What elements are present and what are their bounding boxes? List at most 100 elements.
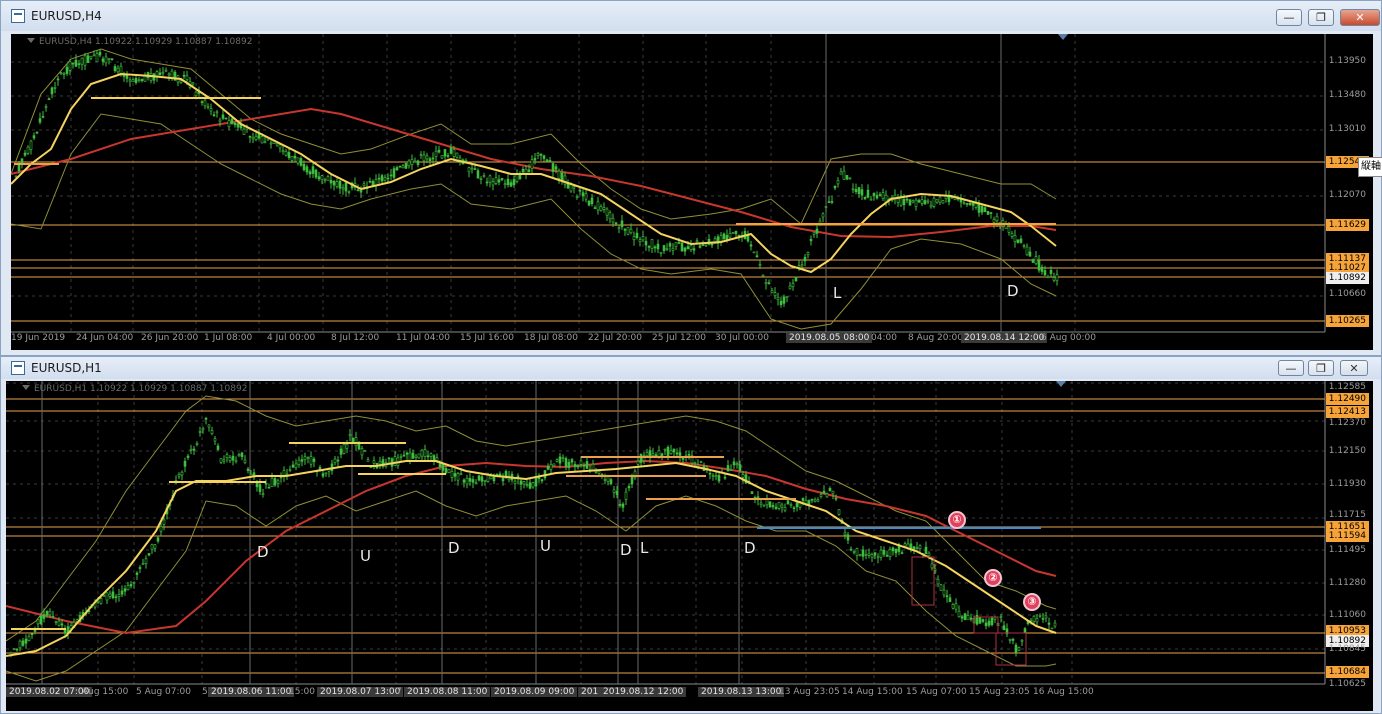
dropdown-triangle-icon[interactable] [27, 38, 35, 43]
title-bar[interactable]: EURUSD,H4 — ❐ ✕ [1, 1, 1381, 31]
candle-body [300, 459, 304, 462]
candle-body [911, 200, 915, 203]
restore-button[interactable]: ❐ [1308, 360, 1334, 376]
price-axis-label: 1.10845 [1328, 644, 1366, 654]
candle-body [303, 456, 307, 460]
candle-body [213, 438, 217, 442]
chart-canvas[interactable] [6, 381, 1373, 711]
candle-body [596, 201, 600, 211]
candle-body [332, 181, 336, 186]
crosshair-time-label: 2019.08.02 07:00 [6, 687, 93, 697]
candle-body [638, 239, 642, 242]
candle-body [639, 453, 643, 463]
candle-body [548, 160, 552, 162]
candle-body [830, 201, 834, 203]
candle-body [876, 556, 880, 559]
price-chart-h1[interactable]: EURUSD,H1 1.10922 1.10929 1.10887 1.1089… [6, 381, 1373, 711]
candle-body [413, 160, 417, 163]
chart-mark-label: L [640, 539, 649, 557]
candle-body [111, 591, 115, 599]
candle-body [443, 149, 447, 157]
candle-body [873, 552, 877, 556]
candle-body [924, 546, 928, 554]
candle-body [306, 457, 310, 459]
candle-body [591, 464, 595, 471]
candle-body [903, 543, 907, 547]
candle-body [1050, 627, 1054, 630]
minimize-button[interactable]: — [1276, 9, 1302, 26]
candle-body [1049, 269, 1053, 274]
candle-body [18, 640, 22, 649]
candle-body [636, 461, 640, 465]
candle-body [248, 135, 252, 138]
close-button[interactable]: ✕ [1340, 9, 1380, 26]
candle-body [564, 458, 568, 468]
candle-body [752, 251, 756, 254]
candle-body [800, 264, 804, 267]
candle-body [602, 207, 606, 210]
chart-mark-label: D [1007, 282, 1019, 300]
restore-button[interactable]: ❐ [1308, 9, 1334, 26]
candle-body [177, 474, 181, 477]
candle-body [941, 200, 945, 204]
candle-body [783, 507, 787, 511]
price-axis-label: 1.13010 [1328, 124, 1366, 134]
candle-body [846, 534, 850, 541]
candle-body [30, 633, 34, 636]
candle-body [630, 476, 634, 485]
candle-body [770, 290, 774, 294]
chart-window-h1[interactable]: EURUSD,H1 — ❐ ✕ EURUSD,H1 1.10922 1.1092… [0, 356, 1382, 714]
candle-body [915, 547, 919, 549]
title-bar[interactable]: EURUSD,H1 — ❐ ✕ [1, 357, 1381, 379]
close-button[interactable]: ✕ [1340, 360, 1368, 376]
candle-body [216, 445, 220, 450]
candle-body [855, 548, 859, 556]
candle-body [219, 458, 223, 463]
candle-body [803, 256, 807, 262]
candle-body [669, 450, 673, 455]
candle-body [194, 91, 198, 97]
candle-body [551, 163, 555, 172]
candle-body [572, 186, 576, 189]
price-level-tag: 1.11594 [1325, 530, 1369, 542]
candle-body [834, 497, 838, 500]
candle-body [626, 227, 630, 235]
candle-body [927, 552, 931, 557]
candle-body [590, 197, 594, 205]
candle-body [462, 479, 466, 483]
candle-body [530, 159, 534, 169]
candle-body [597, 470, 601, 474]
candle-body [230, 118, 234, 125]
candle-body [780, 504, 784, 508]
dropdown-triangle-icon[interactable] [22, 385, 30, 390]
candle-body [614, 222, 618, 225]
candle-body [981, 619, 985, 622]
time-axis-label: 25 Jul 12:00 [652, 333, 706, 343]
candle-body [429, 453, 433, 457]
candle-body [455, 152, 459, 158]
candle-body [857, 187, 861, 194]
candle-body [827, 201, 831, 203]
candle-body [734, 231, 738, 235]
chart-mark-label: D [257, 543, 269, 561]
chart-mark-label: L [833, 284, 842, 302]
candle-body [162, 519, 166, 525]
candle-body [807, 500, 811, 505]
candle-body [653, 246, 657, 249]
candle-body [215, 111, 219, 114]
candle-body [504, 471, 508, 477]
candle-body [578, 190, 582, 192]
candle-body [113, 66, 117, 72]
candle-body [251, 137, 255, 140]
chart-window-h4[interactable]: EURUSD,H4 — ❐ ✕ EURUSD,H4 1.10922 1.1092… [0, 0, 1382, 356]
minimize-button[interactable]: — [1278, 360, 1304, 376]
price-chart-h4[interactable]: EURUSD,H4 1.10922 1.10929 1.10887 1.1089… [11, 34, 1373, 350]
candle-body [704, 244, 708, 247]
candle-body [608, 212, 612, 220]
candle-body [269, 142, 273, 145]
candle-body [27, 636, 31, 641]
candle-body [276, 480, 280, 484]
candle-body [320, 175, 324, 181]
chart-canvas[interactable] [11, 34, 1373, 350]
candle-body [948, 597, 952, 602]
